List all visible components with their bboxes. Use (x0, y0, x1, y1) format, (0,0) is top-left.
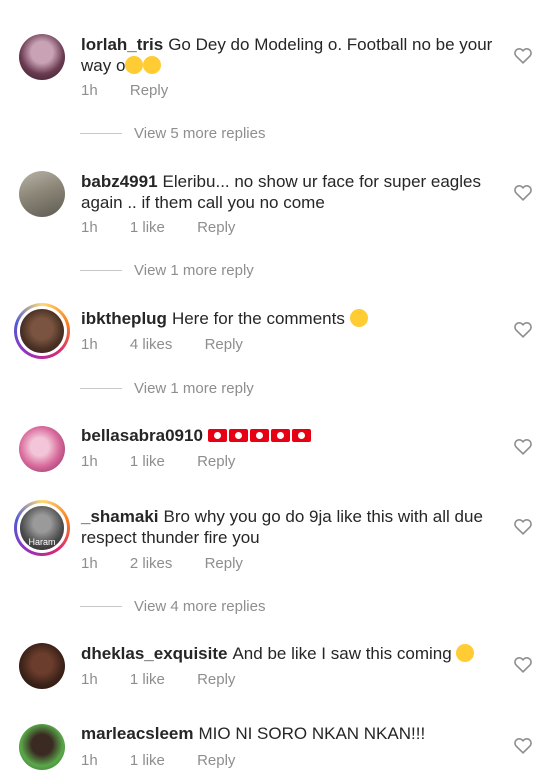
like-count[interactable]: 1 like (130, 752, 165, 769)
avatar[interactable] (19, 724, 65, 770)
comment-time: 1h (81, 752, 98, 769)
heart-outline-icon[interactable] (512, 734, 534, 756)
comment-text: MIO NI SORO NKAN NKAN!!! (198, 724, 426, 743)
reply-button[interactable]: Reply (197, 752, 235, 769)
comment-item: marleacsleem MIO NI SORO NKAN NKAN!!! 1h … (0, 0, 551, 773)
comment-username[interactable]: marleacsleem (81, 724, 193, 743)
